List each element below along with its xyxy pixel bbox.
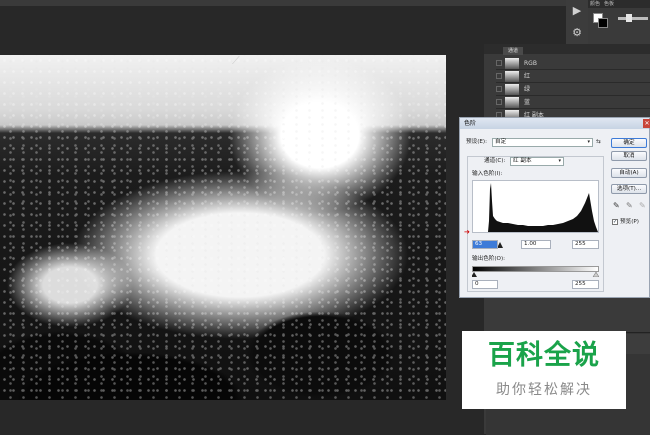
- close-icon[interactable]: ✕: [643, 119, 650, 128]
- histogram: [472, 180, 599, 233]
- channel-thumbnail: [505, 71, 519, 82]
- channel-row-rgb[interactable]: RGB: [496, 57, 650, 70]
- visibility-eye-icon[interactable]: [496, 60, 502, 66]
- color-slider-track[interactable]: [618, 17, 648, 20]
- background-color-swatch[interactable]: [598, 18, 608, 28]
- red-arrow-annotation-icon: ➔: [464, 228, 470, 236]
- channel-select[interactable]: 红 副本 ▾: [510, 157, 564, 166]
- preview-label: 预览(P): [620, 219, 639, 225]
- tab-swatches[interactable]: 色板: [602, 0, 616, 8]
- auto-button[interactable]: 自动(A): [611, 168, 647, 178]
- preview-checkbox[interactable]: ✓: [612, 219, 618, 225]
- chevron-down-icon: ▾: [587, 139, 590, 145]
- tab-channels[interactable]: 通道: [503, 47, 523, 55]
- dialog-title: 色阶: [464, 120, 477, 127]
- output-black-handle[interactable]: [472, 272, 477, 277]
- tool-presets-icon[interactable]: ⚙: [566, 22, 588, 44]
- output-white-handle[interactable]: [592, 272, 599, 277]
- output-slider-handles: [472, 272, 599, 277]
- channel-row-green[interactable]: 绿: [496, 83, 650, 96]
- output-levels-label: 输出色阶(O):: [472, 256, 506, 262]
- input-levels-label: 输入色阶(I):: [472, 171, 503, 177]
- ok-button[interactable]: 确定: [611, 138, 647, 148]
- wave-splash-texture: [0, 55, 446, 400]
- preset-select[interactable]: 自定 ▾: [492, 138, 593, 147]
- input-white-field[interactable]: 255: [572, 240, 599, 249]
- channel-row-red[interactable]: 红: [496, 70, 650, 83]
- visibility-eye-icon[interactable]: [496, 86, 502, 92]
- channel-thumbnail: [505, 97, 519, 108]
- channel-thumbnail: [505, 84, 519, 95]
- channel-label: RGB: [524, 60, 537, 67]
- white-eyedropper-icon[interactable]: ✎: [639, 201, 647, 211]
- channel-value: 红 副本: [513, 158, 532, 164]
- input-gamma-field[interactable]: 1.00: [521, 240, 551, 249]
- channel-label: 蓝: [524, 99, 531, 106]
- watermark-title: 百科全说: [488, 340, 600, 371]
- visibility-eye-icon[interactable]: [496, 99, 502, 105]
- visibility-eye-icon[interactable]: [496, 73, 502, 79]
- preset-label: 预设(E):: [466, 139, 487, 145]
- histogram-graph: [473, 183, 598, 232]
- chevron-down-icon: ▾: [558, 158, 561, 164]
- preset-value: 自定: [495, 139, 507, 145]
- channel-label: 绿: [524, 86, 531, 93]
- color-panel-tabs: 颜色 色板: [588, 0, 650, 8]
- channel-label: 红: [524, 73, 531, 80]
- play-icon[interactable]: ▶: [566, 0, 588, 22]
- color-slider-knob[interactable]: [626, 14, 632, 22]
- cancel-button[interactable]: 取消: [611, 151, 647, 161]
- output-white-field[interactable]: 255: [572, 280, 599, 289]
- output-black-field[interactable]: 0: [472, 280, 498, 289]
- channel-label: 通道(C):: [484, 158, 506, 164]
- watermark-logo: 百科全说 助你轻松解决: [462, 331, 626, 409]
- eyedropper-cursor-icon: ⟋: [232, 54, 240, 67]
- levels-dialog: 色阶 ✕ 预设(E): 自定 ▾ ⇆ 通道(C): 红 副本 ▾ 输入色阶(I)…: [459, 117, 650, 298]
- channel-thumbnail: [505, 58, 519, 69]
- options-bar: [0, 0, 566, 6]
- watermark-subtitle: 助你轻松解决: [496, 382, 592, 398]
- input-levels-slider[interactable]: [472, 233, 600, 249]
- gray-eyedropper-icon[interactable]: ✎: [626, 201, 634, 211]
- black-eyedropper-icon[interactable]: ✎: [613, 201, 621, 211]
- photoshop-window: ⟋ ▶ ⚙ 颜色 色板 通道 RGB 红 绿 蓝 红 副本 色阶 ✕ 预设(E)…: [0, 0, 650, 435]
- tab-color[interactable]: 颜色: [588, 0, 602, 8]
- preset-options-icon[interactable]: ⇆: [596, 138, 601, 146]
- options-button[interactable]: 选项(T)...: [611, 184, 647, 194]
- dialog-title-bar[interactable]: 色阶: [460, 118, 649, 129]
- channel-row-blue[interactable]: 蓝: [496, 96, 650, 109]
- document-image[interactable]: [0, 55, 446, 400]
- input-black-field[interactable]: 63: [472, 240, 498, 249]
- panel-icon-strip: ▶ ⚙: [566, 0, 588, 48]
